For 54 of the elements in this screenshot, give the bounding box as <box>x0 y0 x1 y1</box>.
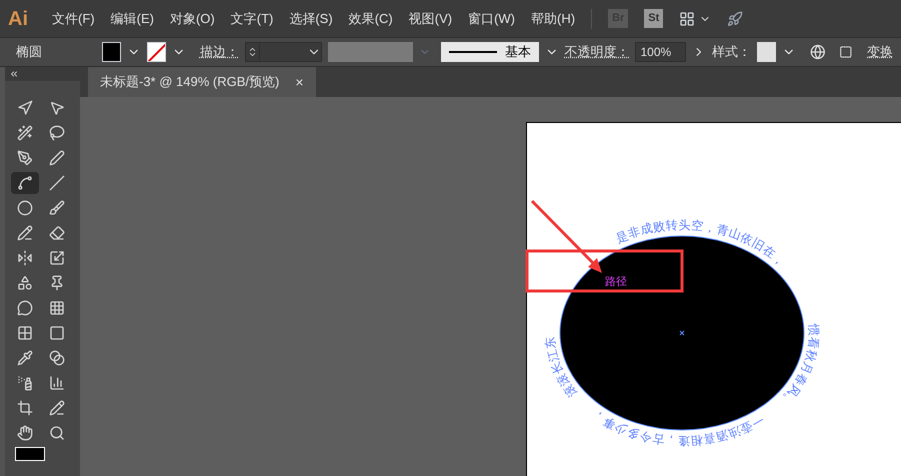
line-icon <box>48 175 64 191</box>
pin-icon <box>48 275 64 291</box>
symbol-sprayer-icon <box>17 375 33 391</box>
selection-arrow-icon <box>17 100 33 116</box>
reflect-icon <box>17 250 33 266</box>
pen-icon <box>17 150 33 166</box>
transform-link[interactable]: 变换 <box>867 42 893 62</box>
brush-icon <box>48 200 64 216</box>
zoom-icon <box>48 425 64 441</box>
magic-wand-icon <box>17 125 33 141</box>
style-label: 样式： <box>712 43 751 62</box>
menu-item[interactable]: 窗口(W) <box>468 8 516 28</box>
stroke-label[interactable]: 描边： <box>200 42 239 62</box>
style-swatch[interactable] <box>756 42 776 62</box>
ellipse-icon <box>17 200 33 216</box>
center-point-icon <box>680 330 684 336</box>
menu-item[interactable]: 对象(O) <box>170 8 215 28</box>
opacity-label[interactable]: 不透明度： <box>564 42 630 62</box>
eyedropper-icon <box>17 350 33 366</box>
rocket-icon[interactable] <box>727 10 744 26</box>
spin-up-icon[interactable] <box>248 45 257 54</box>
app-logo: Ai <box>8 6 28 32</box>
eraser-icon <box>48 225 64 241</box>
stroke-profile-dropdown[interactable]: 基本 <box>440 42 539 62</box>
direct-selection-icon <box>48 100 64 116</box>
workspace-layout-icon[interactable] <box>679 10 696 26</box>
path-text: 惯看秋月春风。 <box>776 323 822 410</box>
hand-icon <box>17 425 33 441</box>
opacity-field[interactable]: 100% <box>635 42 686 62</box>
fill-color-swatch[interactable] <box>15 447 45 461</box>
stroke-weight-field[interactable] <box>244 42 322 62</box>
menu-item[interactable]: 文字(T) <box>230 8 274 28</box>
menu-item[interactable]: 帮助(H) <box>531 8 576 28</box>
stroke-swatch[interactable] <box>146 42 166 62</box>
tab-close-button[interactable]: × <box>295 72 304 92</box>
path-text: 一壶浊酒喜相逢，古今多少事， <box>589 407 767 448</box>
collapse-icon[interactable] <box>9 69 19 79</box>
menu-item[interactable]: 选择(S) <box>289 8 333 28</box>
app-badge[interactable]: St <box>644 9 664 28</box>
hover-label: 路径 <box>605 276 627 288</box>
path-text: 是非成败转头空，青山依旧在， <box>614 218 789 270</box>
menu-item[interactable]: 文件(F) <box>52 8 95 28</box>
document-tab[interactable]: 未标题-3* @ 149% (RGB/预览) × <box>88 67 316 97</box>
spin-down-icon[interactable] <box>248 50 257 59</box>
menu-item[interactable]: 效果(C) <box>348 8 393 28</box>
scale-icon <box>48 250 64 266</box>
menu-item[interactable]: 视图(V) <box>408 8 452 28</box>
lasso-icon <box>48 125 64 141</box>
object-type-label: 椭圆 <box>15 43 43 62</box>
path-text: 滚滚长江东 <box>542 336 580 400</box>
menu-item[interactable]: 编辑(E) <box>110 8 154 28</box>
tool-button[interactable] <box>11 172 39 194</box>
bar-chart-icon <box>48 375 64 391</box>
fill-swatch[interactable] <box>102 42 122 62</box>
